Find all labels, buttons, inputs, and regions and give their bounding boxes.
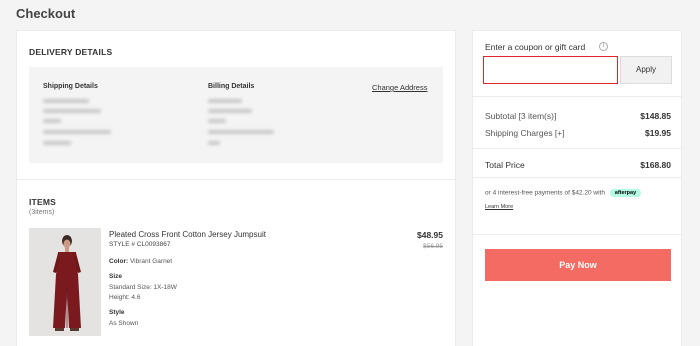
shipping-address-line-blurred bbox=[43, 109, 101, 113]
shipping-charges-toggle[interactable]: Shipping Charges [+] bbox=[485, 128, 565, 138]
color-label: Color: bbox=[109, 258, 129, 265]
product-style-number: STYLE # CL0093867 bbox=[109, 241, 171, 248]
shipping-address-line-blurred bbox=[43, 99, 89, 103]
total-price-label: Total Price bbox=[485, 160, 525, 170]
info-icon[interactable]: i bbox=[599, 42, 608, 51]
shipping-charges-value: $19.95 bbox=[645, 128, 671, 138]
product-color: Color: Vibrant Garnet bbox=[109, 258, 172, 265]
product-image[interactable] bbox=[29, 228, 101, 336]
total-price-value: $168.80 bbox=[640, 160, 671, 170]
change-address-link[interactable]: Change Address bbox=[372, 83, 427, 92]
summary-divider bbox=[473, 234, 681, 235]
section-divider bbox=[17, 179, 455, 180]
items-count: (3items) bbox=[29, 209, 55, 216]
product-name[interactable]: Pleated Cross Front Cotton Jersey Jumpsu… bbox=[109, 230, 266, 239]
order-summary-panel: Enter a coupon or gift card i Apply Subt… bbox=[472, 30, 682, 346]
billing-address-line-blurred bbox=[208, 119, 226, 123]
installment-info: or 4 interest-free payments of $42.20 wi… bbox=[485, 189, 642, 197]
pay-now-button[interactable]: Pay Now bbox=[485, 249, 671, 281]
size-label: Size bbox=[109, 273, 123, 280]
billing-address-line-blurred bbox=[208, 141, 220, 145]
learn-more-link[interactable]: Learn More bbox=[485, 204, 513, 210]
shipping-address-line-blurred bbox=[43, 141, 71, 145]
coupon-input[interactable] bbox=[483, 56, 618, 84]
page-title: Checkout bbox=[16, 6, 76, 21]
apply-coupon-button[interactable]: Apply bbox=[620, 56, 672, 84]
shipping-details-label: Shipping Details bbox=[43, 83, 98, 90]
subtotal-label: Subtotal [3 item(s)] bbox=[485, 111, 557, 121]
billing-address-line-blurred bbox=[208, 130, 274, 134]
coupon-label: Enter a coupon or gift card bbox=[485, 42, 586, 52]
billing-details-label: Billing Details bbox=[208, 83, 255, 90]
summary-divider bbox=[473, 96, 681, 97]
billing-address-line-blurred bbox=[208, 99, 242, 103]
summary-divider bbox=[473, 148, 681, 149]
shipping-address-line-blurred bbox=[43, 119, 61, 123]
items-title: ITEMS bbox=[29, 197, 56, 207]
shipping-address-line-blurred bbox=[43, 130, 111, 134]
jumpsuit-model-illustration bbox=[29, 228, 101, 336]
product-price: $48.95 bbox=[417, 230, 443, 240]
billing-address-line-blurred bbox=[208, 109, 252, 113]
summary-divider bbox=[473, 177, 681, 178]
subtotal-value: $148.85 bbox=[640, 111, 671, 121]
style-label: Style bbox=[109, 309, 125, 316]
afterpay-logo: afterpay bbox=[609, 189, 642, 197]
color-value: Vibrant Garnet bbox=[129, 258, 173, 265]
product-original-price: $56.95 bbox=[423, 243, 443, 250]
delivery-details-title: DELIVERY DETAILS bbox=[29, 47, 113, 57]
height-value: Height: 4.6 bbox=[109, 294, 141, 301]
checkout-details-panel: DELIVERY DETAILS Shipping Details Billin… bbox=[16, 30, 456, 346]
address-box: Shipping Details Billing Details Change … bbox=[29, 67, 443, 163]
style-value: As Shown bbox=[109, 320, 139, 327]
size-value: Standard Size: 1X-18W bbox=[109, 284, 177, 291]
installment-text: or 4 interest-free payments of $42.20 wi… bbox=[485, 189, 605, 197]
